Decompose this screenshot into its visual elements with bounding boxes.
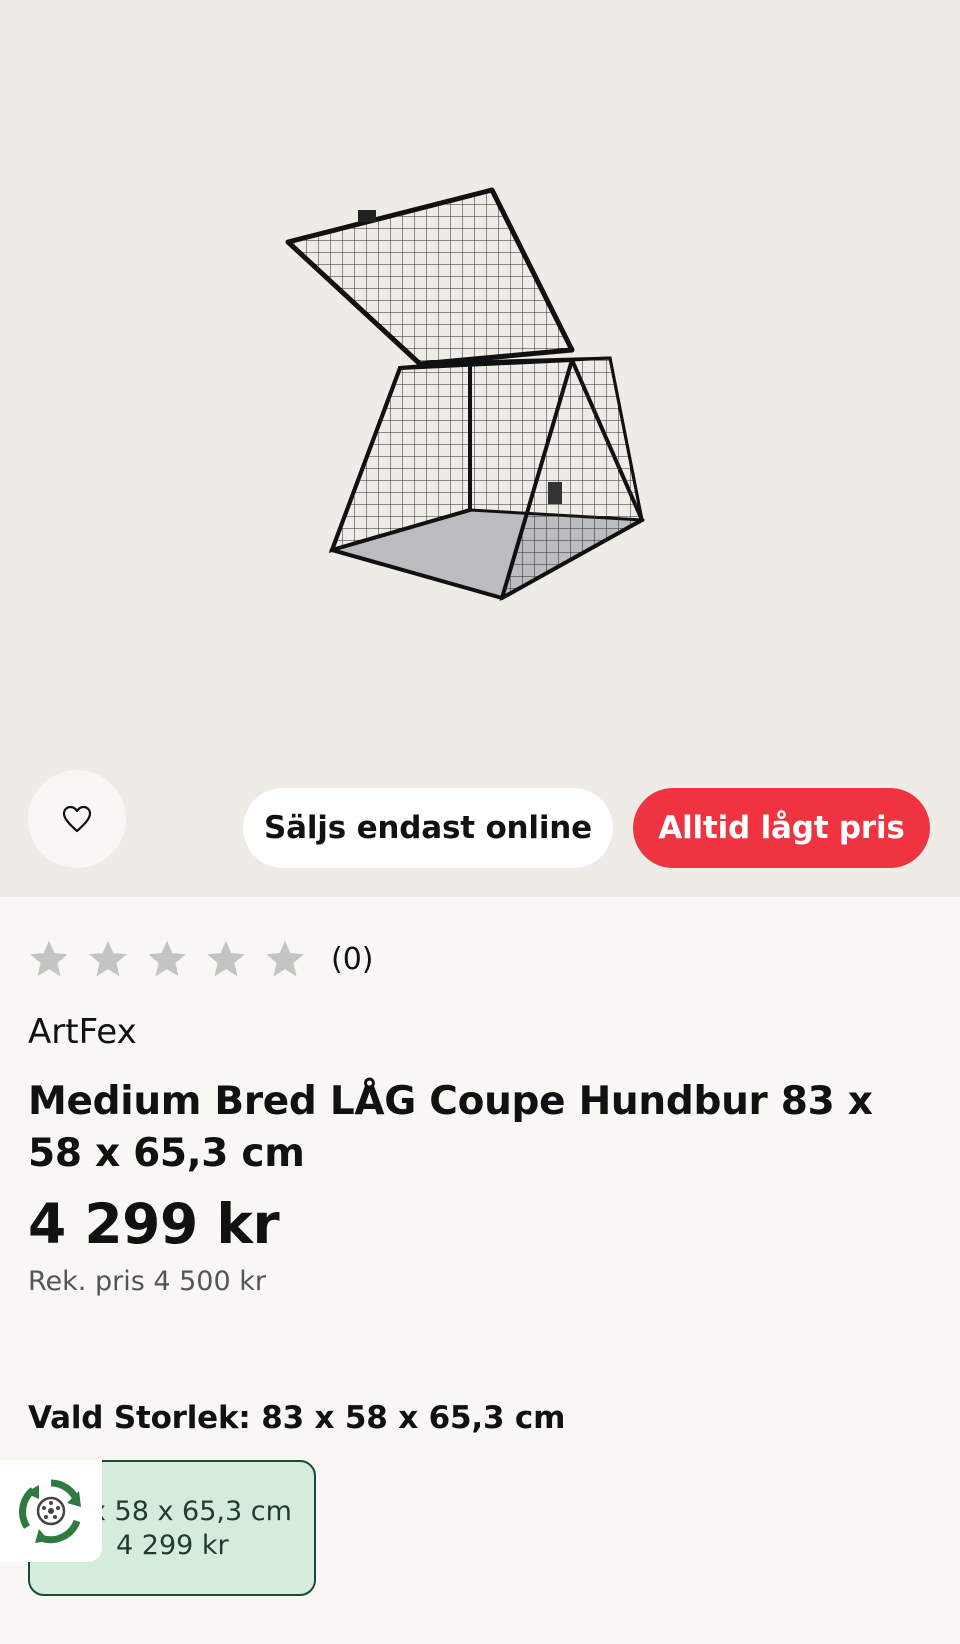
- star-icon: [89, 940, 127, 977]
- brand-name[interactable]: ArtFex: [28, 1012, 137, 1052]
- recycle-badge[interactable]: [0, 1460, 102, 1562]
- size-option-price: 4 299 kr: [116, 1530, 229, 1561]
- star-icon: [266, 940, 304, 977]
- star-icon: [148, 940, 186, 977]
- recycle-icon: [19, 1479, 81, 1544]
- online-only-badge: Säljs endast online: [243, 788, 613, 868]
- heart-icon: [62, 805, 92, 833]
- always-low-price-badge: Alltid lågt pris: [633, 788, 930, 868]
- star-icon: [30, 940, 68, 977]
- product-hero: Säljs endast online Alltid lågt pris: [0, 0, 960, 897]
- selected-size-label: Vald Storlek: 83 x 58 x 65,3 cm: [28, 1400, 566, 1436]
- product-title: Medium Bred LÅG Coupe Hundbur 83 x 58 x …: [28, 1079, 873, 1176]
- product-image[interactable]: [270, 180, 690, 640]
- recommended-price: Rek. pris 4 500 kr: [28, 1266, 266, 1297]
- star-icon: [207, 940, 245, 977]
- rating[interactable]: (0): [28, 938, 374, 980]
- product-price: 4 299 kr: [28, 1192, 280, 1256]
- rating-count: (0): [331, 941, 374, 977]
- size-option-dimensions: x 58 x 65,3 cm: [90, 1496, 292, 1527]
- favorite-button[interactable]: [28, 770, 126, 868]
